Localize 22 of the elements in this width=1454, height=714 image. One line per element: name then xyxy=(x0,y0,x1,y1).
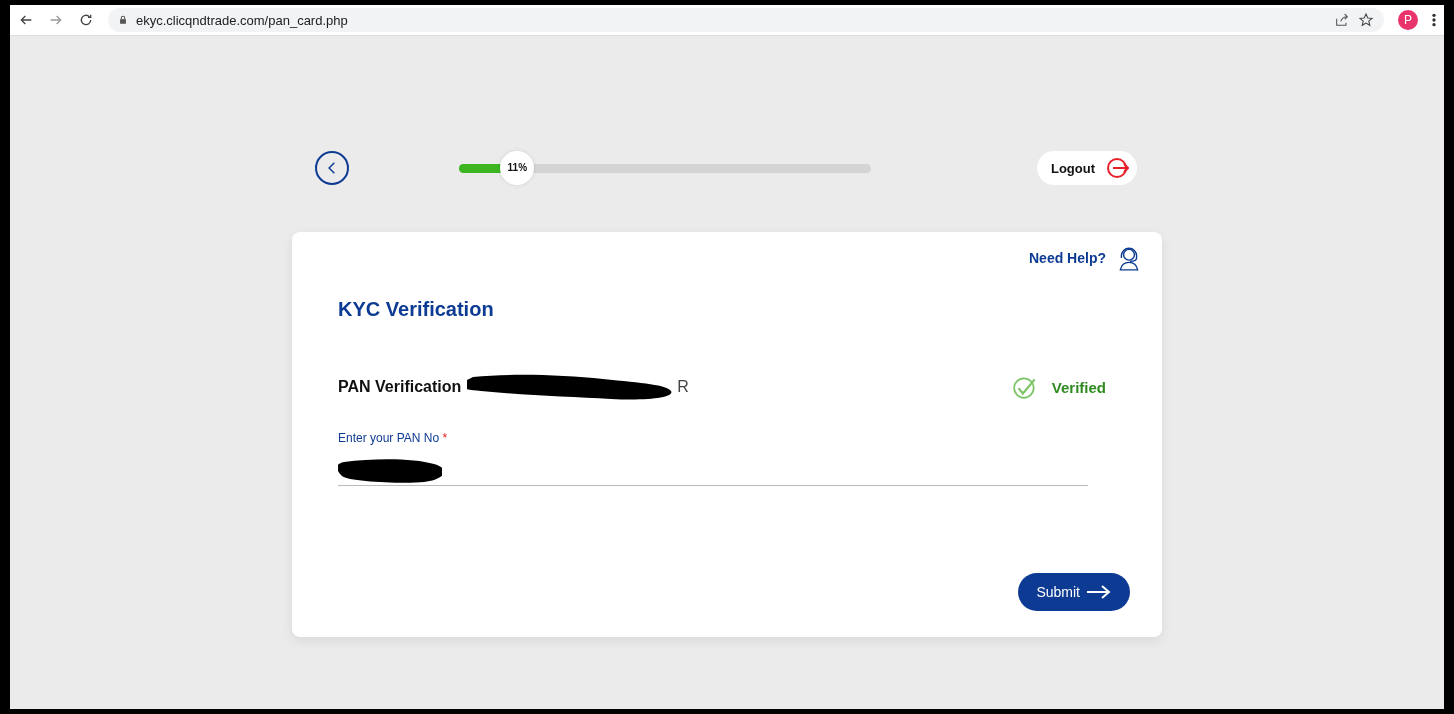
back-button[interactable] xyxy=(315,151,349,185)
share-icon xyxy=(1334,12,1350,28)
check-circle-icon xyxy=(1011,374,1038,400)
pan-input-field[interactable] xyxy=(338,457,1088,486)
need-help-link[interactable]: Need Help? xyxy=(1029,250,1106,266)
reload-icon xyxy=(78,12,94,28)
name-fragment: R xyxy=(677,378,689,396)
star-icon xyxy=(1358,12,1374,28)
pan-verification-label: PAN Verification xyxy=(338,378,462,396)
url-text: ekyc.clicqndtrade.com/pan_card.php xyxy=(136,12,348,28)
progress-reading: 11% xyxy=(500,150,535,185)
menu-icon xyxy=(1432,12,1436,28)
pan-field-label: Enter your PAN No * xyxy=(338,431,449,445)
logout-button[interactable]: Logout xyxy=(1036,151,1137,185)
verified-status: Verified xyxy=(1051,378,1106,396)
arrow-right-icon xyxy=(1086,584,1112,600)
lock-icon xyxy=(118,14,128,26)
profile-avatar[interactable]: P xyxy=(1398,10,1418,30)
logout-icon xyxy=(1105,156,1129,180)
address-bar[interactable]: ekyc.clicqndtrade.com/pan_card.php xyxy=(108,8,1384,32)
submit-button[interactable]: Submit xyxy=(1018,573,1130,611)
page-title: KYC Verification xyxy=(338,298,495,321)
